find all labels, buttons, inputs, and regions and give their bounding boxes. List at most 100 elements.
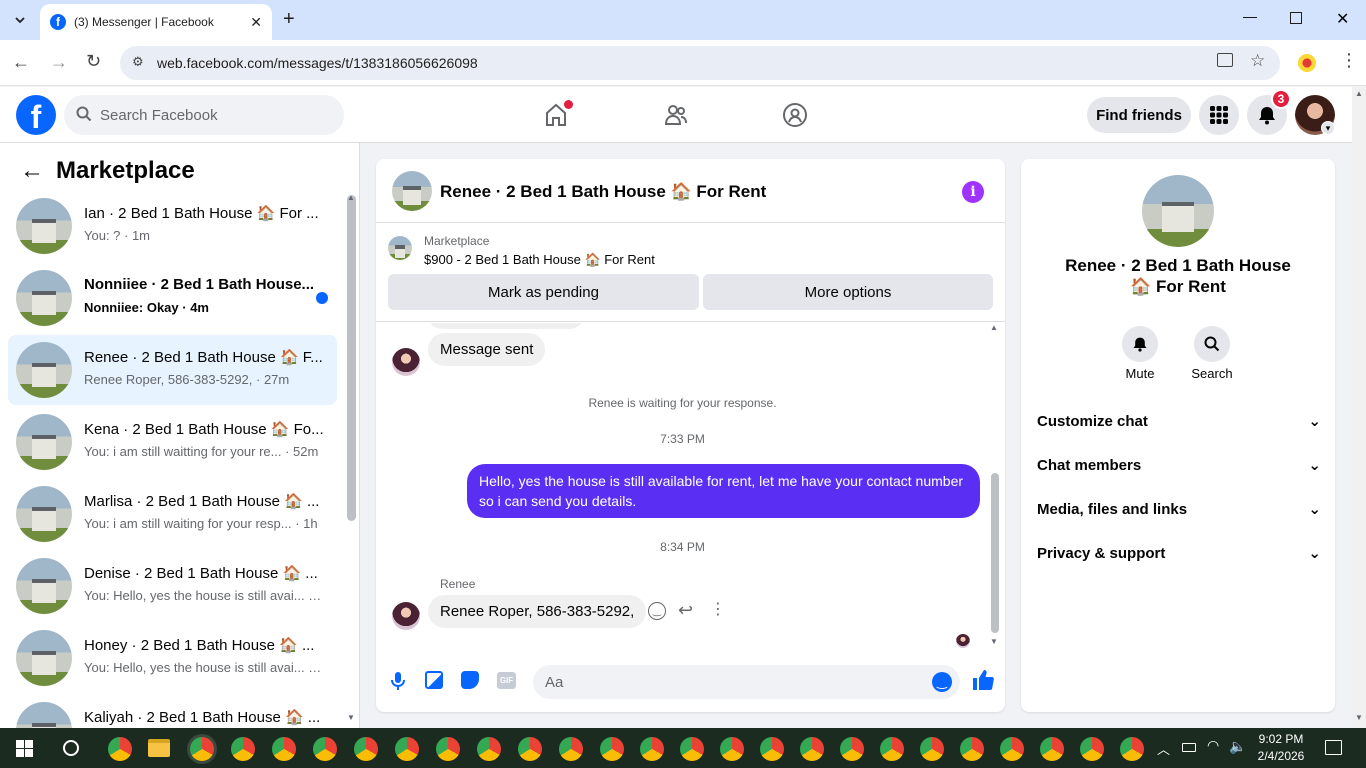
chrome-window-icon[interactable] bbox=[1120, 737, 1144, 761]
chrome-window-icon[interactable] bbox=[518, 737, 542, 761]
show-hidden-icons-chevron[interactable]: ︿ bbox=[1157, 739, 1170, 758]
conversation-item[interactable]: Kena · 2 Bed 1 Bath House 🏠 Fo... You: i… bbox=[8, 407, 337, 477]
search-input[interactable]: Search Facebook bbox=[64, 95, 344, 135]
browser-tab[interactable]: f (3) Messenger | Facebook ✕ bbox=[40, 4, 272, 40]
notifications-button[interactable]: 3 bbox=[1247, 89, 1291, 135]
scroll-up-icon[interactable]: ▲ bbox=[1355, 89, 1363, 98]
incoming-message[interactable]: Message sent bbox=[428, 333, 546, 366]
close-window-button[interactable]: ✕ bbox=[1336, 9, 1349, 29]
chrome-window-icon[interactable] bbox=[720, 737, 744, 761]
forward-button[interactable]: → bbox=[50, 52, 68, 73]
search-in-conversation-button[interactable] bbox=[1194, 326, 1230, 362]
file-explorer-icon[interactable] bbox=[148, 739, 170, 757]
home-nav-button[interactable] bbox=[538, 97, 574, 133]
more-actions-icon[interactable]: ⋮ bbox=[710, 599, 726, 619]
like-send-button[interactable] bbox=[972, 669, 994, 697]
task-view-icon[interactable] bbox=[63, 740, 79, 756]
voice-clip-button[interactable] bbox=[390, 671, 406, 696]
conversation-item[interactable]: Ian · 2 Bed 1 Bath House 🏠 For ... You: … bbox=[8, 191, 337, 261]
chrome-window-icon[interactable] bbox=[960, 737, 984, 761]
emoji-picker-icon[interactable]: ‿ bbox=[932, 672, 952, 692]
chrome-window-icon[interactable] bbox=[760, 737, 784, 761]
conversation-item[interactable]: Kaliyah · 2 Bed 1 Bath House 🏠 ... bbox=[8, 695, 337, 728]
extension-icon[interactable] bbox=[1298, 54, 1316, 72]
conversation-item[interactable]: Marlisa · 2 Bed 1 Bath House 🏠 ... You: … bbox=[8, 479, 337, 549]
conversation-item[interactable]: Honey · 2 Bed 1 Bath House 🏠 ... You: He… bbox=[8, 623, 337, 693]
reload-button[interactable]: ↻ bbox=[86, 51, 101, 72]
restore-window-button[interactable] bbox=[1290, 12, 1302, 24]
wifi-icon[interactable]: ◠ bbox=[1207, 737, 1219, 754]
chrome-window-icon[interactable] bbox=[477, 737, 501, 761]
incoming-message[interactable]: Renee Roper, 586-383-5292, bbox=[428, 595, 647, 628]
reply-icon[interactable]: ↩ bbox=[678, 600, 693, 621]
sidebar-scrollbar[interactable] bbox=[347, 195, 356, 521]
message-list[interactable]: Message sent Renee is waiting for your r… bbox=[376, 323, 1005, 653]
page-scrollbar[interactable]: ▲ ▼ bbox=[1352, 87, 1366, 728]
chat-header-thumbnail[interactable] bbox=[392, 171, 432, 211]
scroll-up-icon[interactable]: ▲ bbox=[990, 323, 998, 332]
site-info-icon[interactable]: ⚙ bbox=[132, 54, 144, 70]
address-bar[interactable]: ⚙ web.facebook.com/messages/t/1383186056… bbox=[120, 46, 1280, 80]
conversation-info-icon[interactable]: i bbox=[962, 181, 984, 203]
more-options-button[interactable]: More options bbox=[703, 274, 993, 310]
chrome-window-icon[interactable] bbox=[231, 737, 255, 761]
facebook-logo[interactable]: f bbox=[16, 95, 56, 135]
groups-nav-button[interactable] bbox=[777, 97, 813, 133]
browser-menu-icon[interactable]: ⋮ bbox=[1340, 50, 1358, 71]
react-emoji-icon[interactable]: ‿ bbox=[648, 602, 666, 620]
chrome-window-icon[interactable] bbox=[840, 737, 864, 761]
message-scrollbar[interactable] bbox=[991, 473, 999, 633]
tab-search-button[interactable] bbox=[8, 8, 32, 32]
windows-start-icon[interactable] bbox=[16, 740, 33, 757]
outgoing-message[interactable]: Hello, yes the house is still available … bbox=[467, 464, 980, 518]
chrome-active-icon[interactable] bbox=[190, 737, 214, 761]
scroll-up-icon[interactable]: ▲ bbox=[347, 193, 355, 202]
clock-time[interactable]: 9:02 PM bbox=[1251, 732, 1311, 746]
back-button[interactable]: ← bbox=[12, 52, 30, 73]
back-arrow-icon[interactable]: ← bbox=[20, 157, 44, 185]
scroll-down-icon[interactable]: ▼ bbox=[990, 637, 998, 646]
chrome-window-icon[interactable] bbox=[880, 737, 904, 761]
chat-members-row[interactable]: Chat members ⌄ bbox=[1037, 453, 1321, 477]
conversation-item[interactable]: Nonniiee · 2 Bed 1 Bath House... Nonniie… bbox=[8, 263, 337, 333]
sticker-button[interactable] bbox=[461, 671, 479, 689]
chrome-window-icon[interactable] bbox=[354, 737, 378, 761]
chrome-window-icon[interactable] bbox=[559, 737, 583, 761]
profile-avatar[interactable]: ▾ bbox=[1295, 95, 1335, 135]
media-files-links-row[interactable]: Media, files and links ⌄ bbox=[1037, 497, 1321, 521]
scroll-down-icon[interactable]: ▼ bbox=[347, 713, 355, 722]
mark-as-pending-button[interactable]: Mark as pending bbox=[388, 274, 699, 310]
new-tab-button[interactable]: + bbox=[283, 8, 295, 31]
chrome-window-icon[interactable] bbox=[313, 737, 337, 761]
bookmark-star-icon[interactable]: ☆ bbox=[1250, 51, 1265, 71]
message-input[interactable]: Aa ‿ bbox=[533, 665, 960, 699]
install-app-icon[interactable] bbox=[1217, 53, 1233, 67]
attach-photo-button[interactable] bbox=[425, 671, 443, 689]
close-tab-icon[interactable]: ✕ bbox=[250, 14, 262, 31]
chrome-window-icon[interactable] bbox=[920, 737, 944, 761]
menu-button[interactable] bbox=[1199, 95, 1239, 135]
chrome-window-icon[interactable] bbox=[272, 737, 296, 761]
chrome-window-icon[interactable] bbox=[800, 737, 824, 761]
chrome-window-icon[interactable] bbox=[600, 737, 624, 761]
minimize-window-button[interactable]: — bbox=[1243, 8, 1257, 24]
conversation-item-active[interactable]: Renee · 2 Bed 1 Bath House 🏠 F... Renee … bbox=[8, 335, 337, 405]
clock-date[interactable]: 2/4/2026 bbox=[1251, 749, 1311, 763]
action-center-icon[interactable] bbox=[1325, 740, 1342, 755]
chrome-window-icon[interactable] bbox=[436, 737, 460, 761]
listing-large-thumbnail[interactable] bbox=[1142, 175, 1214, 247]
chrome-window-icon[interactable] bbox=[680, 737, 704, 761]
find-friends-button[interactable]: Find friends bbox=[1087, 97, 1191, 133]
friends-nav-button[interactable] bbox=[658, 97, 694, 133]
chrome-profile-icon[interactable] bbox=[108, 737, 132, 761]
mute-button[interactable] bbox=[1122, 326, 1158, 362]
conversation-item[interactable]: Denise · 2 Bed 1 Bath House 🏠 ... You: H… bbox=[8, 551, 337, 621]
volume-icon[interactable]: 🔈 bbox=[1229, 738, 1246, 755]
chrome-window-icon[interactable] bbox=[640, 737, 664, 761]
battery-icon[interactable] bbox=[1182, 743, 1196, 752]
customize-chat-row[interactable]: Customize chat ⌄ bbox=[1037, 409, 1321, 433]
chrome-window-icon[interactable] bbox=[1080, 737, 1104, 761]
chrome-window-icon[interactable] bbox=[395, 737, 419, 761]
gif-button[interactable]: GIF bbox=[497, 672, 516, 689]
scroll-down-icon[interactable]: ▼ bbox=[1355, 713, 1363, 722]
